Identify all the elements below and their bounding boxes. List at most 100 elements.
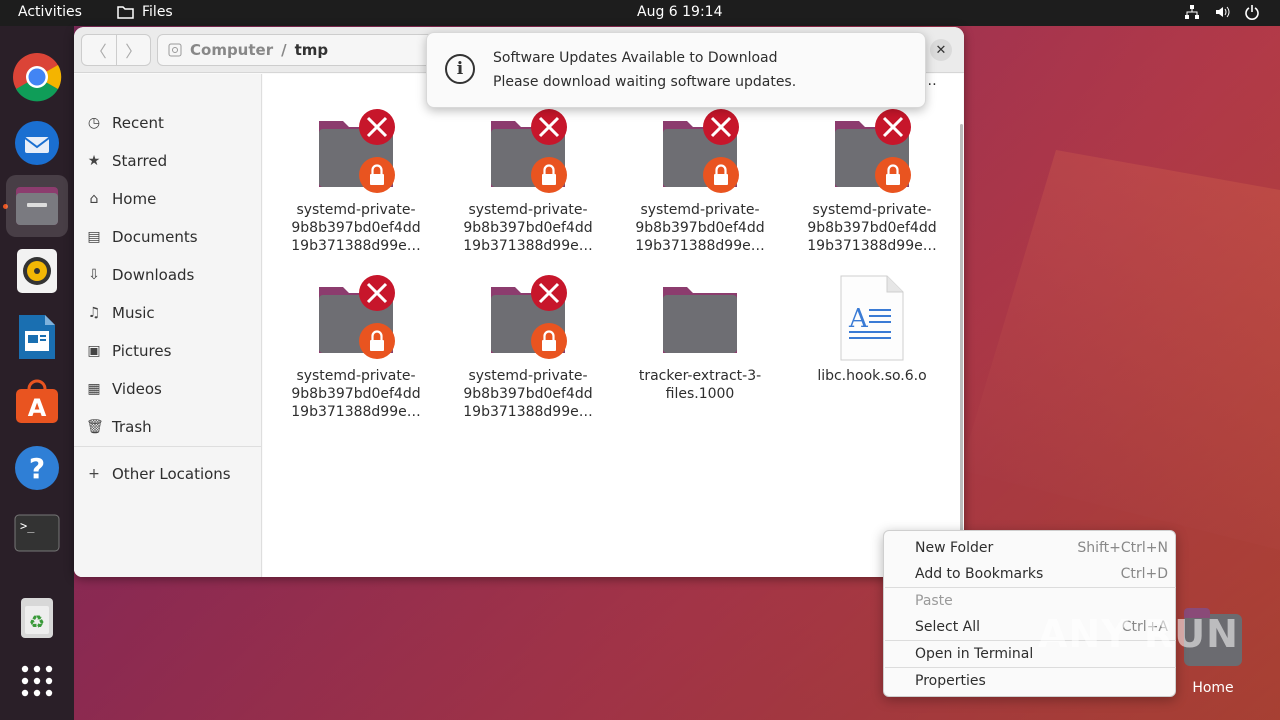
notification-body: Please download waiting software updates… [493, 74, 797, 90]
svg-text:>_: >_ [20, 519, 35, 533]
sidebar-item-recent[interactable]: ◷ Recent [86, 106, 164, 140]
lock-icon [359, 323, 395, 359]
file-name: systemd-private- 9b8b397bd0ef4dd 19b3713… [463, 202, 593, 254]
file-item[interactable]: systemd-private- 9b8b397bd0ef4dd 19b3713… [797, 109, 947, 255]
plus-icon: + [88, 466, 100, 482]
sidebar-item-home[interactable]: ⌂ Home [86, 182, 157, 216]
activities-button[interactable]: Activities [18, 4, 82, 20]
chrome-icon[interactable] [6, 46, 68, 108]
locked-folder-icon [311, 109, 401, 195]
lock-icon [875, 157, 911, 193]
svg-text:A: A [28, 394, 47, 422]
svg-text:♻: ♻ [29, 612, 45, 633]
menu-item-accel: Ctrl+D [1120, 566, 1168, 582]
sidebar-item-label: Home [112, 190, 157, 208]
app-center-icon[interactable]: A [6, 371, 68, 433]
sidebar-item-trash[interactable]: 🗑 Trash [86, 410, 152, 444]
menu-item-add-to-bookmarks[interactable]: Add to Bookmarks Ctrl+D [884, 561, 1177, 587]
sidebar-item-music[interactable]: ♫ Music [86, 296, 155, 330]
sidebar-item-documents[interactable]: ▤ Documents [86, 220, 198, 254]
notification-banner[interactable]: i Software Updates Available to Download… [426, 32, 926, 108]
nav-buttons: 〈 〉 [81, 34, 151, 66]
file-item[interactable]: tracker-extract-3- files.1000 [625, 275, 775, 403]
sidebar-item-label: Trash [112, 418, 152, 436]
music-icon: ♫ [87, 305, 101, 321]
file-name: tracker-extract-3- files.1000 [638, 368, 762, 402]
sidebar-item-label: Starred [112, 152, 168, 170]
svg-text:A: A [848, 304, 869, 334]
path-segment-tmp[interactable]: tmp [295, 41, 329, 59]
sidebar-item-label: Videos [112, 380, 162, 398]
menu-item-label: Open in Terminal [915, 646, 1034, 662]
app-grid-icon[interactable] [6, 650, 68, 712]
scrollbar[interactable] [960, 124, 963, 534]
menu-item-new-folder[interactable]: New Folder Shift+Ctrl+N [884, 535, 1177, 561]
home-icon: ⌂ [89, 191, 99, 207]
locked-folder-icon [827, 109, 917, 195]
file-item[interactable]: systemd-private- 9b8b397bd0ef4dd 19b3713… [625, 109, 775, 255]
drive-icon [168, 43, 182, 57]
app-menu[interactable]: Files [117, 4, 173, 20]
error-icon [531, 275, 567, 311]
locked-folder-icon [655, 109, 745, 195]
menu-item-label: Properties [915, 673, 986, 689]
error-icon [703, 109, 739, 145]
file-item[interactable]: systemd-private- 9b8b397bd0ef4dd 19b3713… [281, 109, 431, 255]
locked-folder-icon [483, 275, 573, 361]
libreoffice-writer-icon[interactable] [6, 306, 68, 368]
close-button[interactable]: ✕ [930, 39, 952, 61]
path-separator: / [281, 41, 287, 59]
desktop-home-label: Home [1192, 680, 1234, 696]
file-item[interactable]: systemd-private- 9b8b397bd0ef4dd 19b3713… [453, 109, 603, 255]
files-window: 〈 〉 Computer / tmp ✕ ◷ Recent ★ Starred … [74, 27, 964, 577]
file-name: systemd-private- 9b8b397bd0ef4dd 19b3713… [635, 202, 765, 254]
sidebar-item-videos[interactable]: ▦ Videos [86, 372, 162, 406]
file-grid[interactable]: snap-private-tmpsystemd-private- 9b8b397… [263, 74, 963, 577]
lock-icon [531, 157, 567, 193]
lock-icon [531, 323, 567, 359]
lock-icon [359, 157, 395, 193]
file-item[interactable]: Alibc.hook.so.6.o [797, 275, 947, 385]
sidebar-item-starred[interactable]: ★ Starred [86, 144, 167, 178]
notification-title: Software Updates Available to Download [493, 50, 778, 66]
menu-item-properties[interactable]: Properties [884, 668, 1177, 694]
terminal-icon[interactable]: >_ [6, 502, 68, 564]
menu-item-label: New Folder [915, 540, 994, 556]
thunderbird-icon[interactable] [6, 110, 68, 172]
document-icon: A [827, 275, 917, 361]
path-bar[interactable]: Computer / tmp [157, 34, 437, 66]
back-button[interactable]: 〈 [82, 35, 117, 65]
system-tray[interactable] [1184, 4, 1260, 20]
forward-button[interactable]: 〉 [117, 35, 151, 65]
document-icon: ▤ [87, 229, 101, 245]
help-icon[interactable]: ? [6, 437, 68, 499]
menu-item-label: Select All [915, 619, 980, 635]
sidebar: ◷ Recent ★ Starred ⌂ Home ▤ Documents ⇩ … [74, 74, 262, 577]
sidebar-item-pictures[interactable]: ▣ Pictures [86, 334, 171, 368]
sidebar-item-label: Downloads [112, 266, 195, 284]
file-name: systemd-private- 9b8b397bd0ef4dd 19b3713… [807, 202, 937, 254]
video-icon: ▦ [87, 381, 101, 397]
error-icon [531, 109, 567, 145]
clock-icon: ◷ [87, 115, 101, 131]
file-item[interactable]: systemd-private- 9b8b397bd0ef4dd 19b3713… [453, 275, 603, 421]
info-icon: i [445, 54, 475, 84]
network-icon [1185, 5, 1199, 19]
clock[interactable]: Aug 6 19:14 [637, 4, 723, 20]
sidebar-item-label: Documents [112, 228, 198, 246]
star-icon: ★ [87, 153, 101, 169]
trash-icon[interactable]: ♻ [6, 586, 68, 648]
sidebar-item-downloads[interactable]: ⇩ Downloads [86, 258, 194, 292]
sidebar-item-other-locations[interactable]: + Other Locations [86, 457, 231, 491]
folder-icon [117, 6, 134, 19]
rhythmbox-icon[interactable] [6, 240, 68, 302]
menu-item-paste: Paste [884, 588, 1177, 614]
path-segment-computer[interactable]: Computer [190, 41, 273, 59]
file-item[interactable]: systemd-private- 9b8b397bd0ef4dd 19b3713… [281, 275, 431, 421]
picture-icon: ▣ [87, 343, 101, 359]
menu-item-label: Add to Bookmarks [915, 566, 1044, 582]
files-icon[interactable] [6, 175, 68, 237]
error-icon [359, 275, 395, 311]
error-icon [875, 109, 911, 145]
menu-item-accel: Shift+Ctrl+N [1077, 540, 1168, 556]
